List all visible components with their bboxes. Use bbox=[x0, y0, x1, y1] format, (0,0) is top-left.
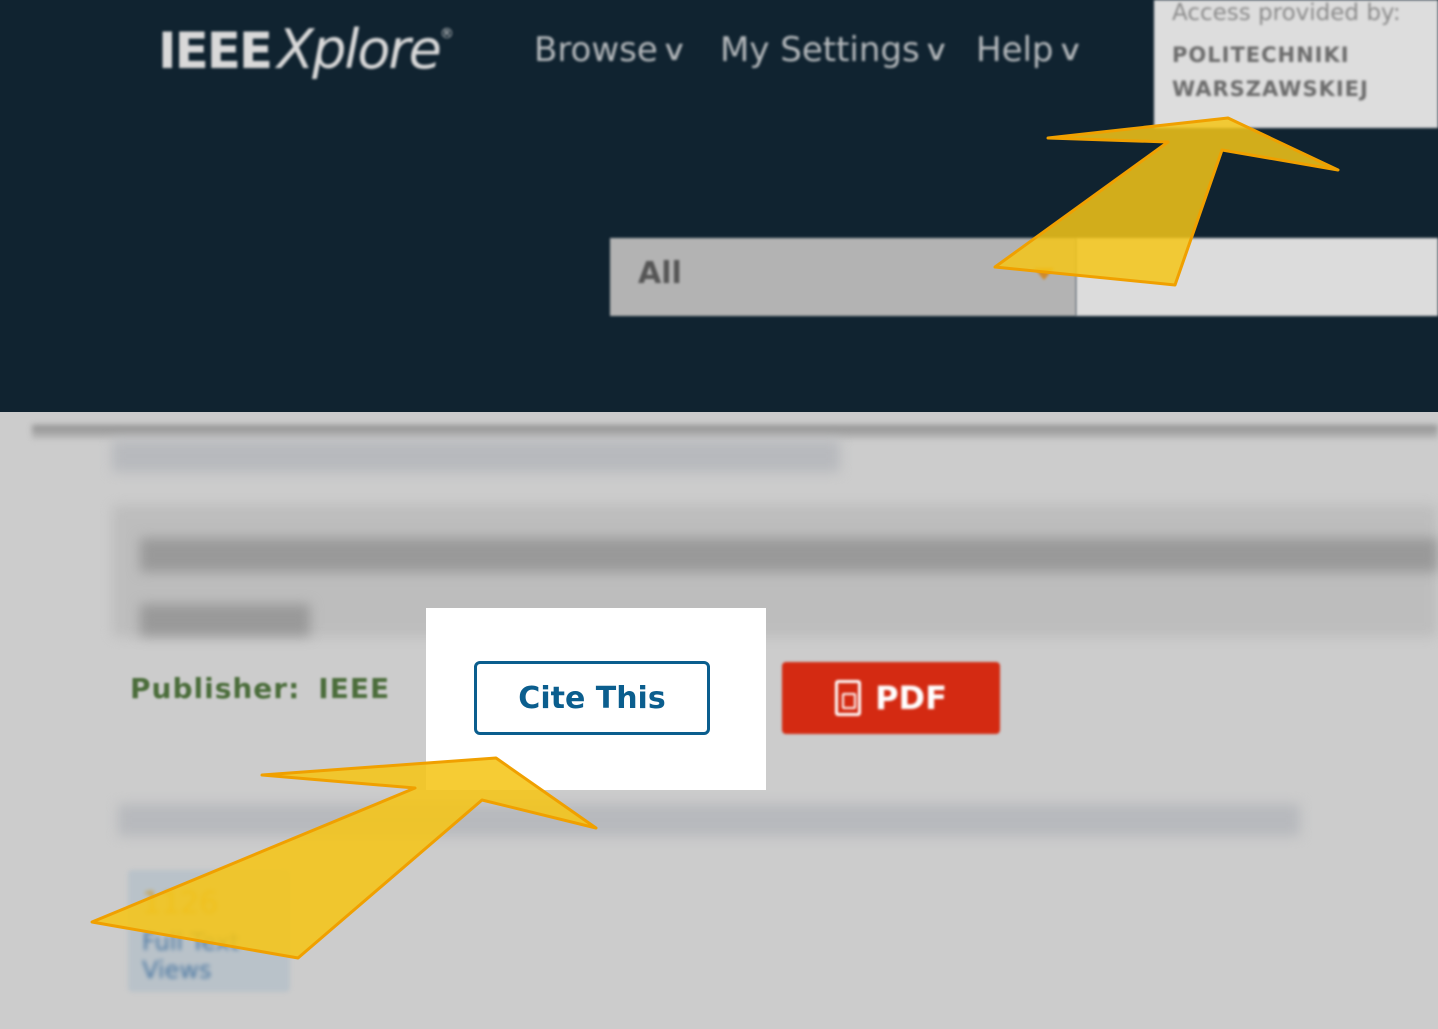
annotation-arrows bbox=[90, 116, 1340, 960]
arrow-pointing-access-icon bbox=[993, 116, 1340, 287]
arrow-pointing-cite-icon bbox=[90, 756, 598, 960]
